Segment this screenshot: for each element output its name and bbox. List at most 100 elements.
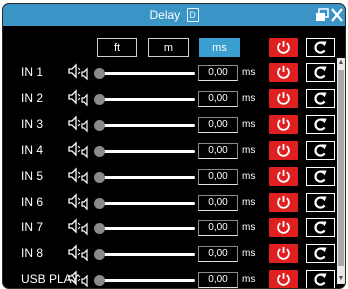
channel-reset-button[interactable] (306, 218, 335, 238)
delay-slider-track[interactable] (99, 227, 195, 231)
channel-power-button[interactable] (269, 114, 298, 134)
reset-icon (314, 221, 327, 235)
unit-m-button[interactable]: m (148, 38, 189, 57)
master-power-button[interactable] (269, 38, 298, 57)
delay-unit-label: ms (242, 144, 256, 156)
speaker-icon[interactable] (67, 270, 93, 288)
channel-power-button[interactable] (269, 88, 298, 108)
channel-reset-button[interactable] (306, 166, 335, 186)
speaker-icon[interactable] (67, 192, 93, 211)
channel-row-6: IN 6 0,00 ms (3, 190, 335, 216)
channel-label: IN 6 (21, 194, 44, 209)
delay-value-field[interactable]: 0,00 (198, 65, 238, 81)
delay-slider-thumb[interactable] (94, 93, 105, 105)
delay-slider-track[interactable] (99, 72, 195, 75)
channel-label: IN 8 (21, 246, 44, 261)
channel-row-2: IN 2 0,00 ms (3, 86, 335, 112)
channel-power-button[interactable] (269, 244, 298, 264)
delay-slider-track[interactable] (99, 97, 195, 101)
delay-value-field[interactable]: 0,00 (198, 90, 238, 107)
reset-icon (314, 247, 327, 260)
channel-power-button[interactable] (269, 63, 298, 82)
delay-slider-thumb[interactable] (94, 68, 105, 79)
channel-label: IN 4 (21, 142, 44, 157)
delay-slider-track[interactable] (99, 279, 195, 283)
delay-value-field[interactable]: 0,00 (198, 116, 238, 133)
channel-power-button[interactable] (269, 270, 298, 288)
delay-window: Delay D ft m ms IN 1 0,00 ms IN 2 0,00 m… (2, 3, 346, 289)
scroll-up-arrow[interactable]: ▲ (337, 58, 345, 68)
delay-unit-label: ms (242, 248, 256, 260)
power-icon (277, 273, 290, 286)
delay-unit-label: ms (242, 196, 256, 208)
delay-value-field[interactable]: 0,00 (198, 142, 238, 159)
delay-slider-track[interactable] (99, 175, 195, 179)
speaker-icon[interactable] (67, 167, 93, 185)
reset-icon (314, 41, 327, 54)
channel-reset-button[interactable] (306, 192, 335, 212)
speaker-icon[interactable] (67, 115, 93, 133)
power-icon (277, 221, 290, 235)
channel-reset-button[interactable] (306, 244, 335, 264)
channel-reset-button[interactable] (306, 88, 335, 108)
channel-label: USB PLAY (21, 272, 79, 287)
power-icon (277, 169, 290, 183)
delay-value-field[interactable]: 0,00 (198, 194, 238, 211)
reset-icon (314, 144, 327, 157)
channel-label: IN 2 (21, 90, 44, 105)
delay-value-field[interactable]: 0,00 (198, 246, 238, 263)
delay-unit-label: ms (242, 170, 256, 182)
channel-label: IN 1 (21, 65, 44, 79)
scroll-thumb[interactable] (338, 70, 344, 266)
unit-ft-button[interactable]: ft (97, 38, 137, 57)
speaker-icon[interactable] (67, 244, 93, 262)
channel-power-button[interactable] (269, 218, 298, 238)
delay-slider-track[interactable] (99, 123, 195, 127)
power-icon (277, 143, 290, 157)
delay-value-field[interactable]: 0,00 (198, 220, 238, 237)
delay-slider-track[interactable] (99, 149, 195, 153)
power-icon (277, 91, 290, 105)
titlebar: Delay D (3, 4, 345, 26)
speaker-icon[interactable] (67, 63, 93, 81)
channel-label: IN 3 (21, 116, 44, 131)
delay-slider-thumb[interactable] (94, 119, 105, 131)
channel-row-7: IN 7 0,00 ms (3, 215, 335, 241)
speaker-icon[interactable] (67, 218, 93, 236)
scrollbar[interactable]: ▲ ▼ (337, 58, 345, 284)
channel-row-4: IN 4 0,00 ms (3, 138, 335, 164)
unit-ms-button[interactable]: ms (199, 38, 240, 57)
delay-slider-thumb[interactable] (94, 275, 105, 287)
power-icon (277, 247, 290, 261)
speaker-icon[interactable] (67, 141, 93, 159)
delay-unit-label: ms (242, 222, 256, 234)
power-icon (277, 41, 290, 54)
channel-label: IN 5 (21, 168, 44, 183)
channel-reset-button[interactable] (306, 140, 335, 160)
delay-slider-thumb[interactable] (94, 249, 105, 261)
delay-slider-track[interactable] (99, 201, 195, 205)
channel-reset-button[interactable] (306, 270, 335, 288)
restore-icon[interactable] (315, 8, 329, 22)
delay-value-field[interactable]: 0,00 (198, 272, 238, 288)
delay-slider-thumb[interactable] (94, 145, 105, 157)
power-icon (277, 66, 290, 79)
channel-reset-button[interactable] (306, 114, 335, 134)
delay-slider-thumb[interactable] (94, 223, 105, 235)
delay-value-field[interactable]: 0,00 (198, 168, 238, 185)
speaker-icon[interactable] (67, 89, 93, 107)
delay-slider-thumb[interactable] (94, 197, 105, 209)
scroll-down-arrow[interactable]: ▼ (337, 274, 345, 284)
channel-reset-button[interactable] (306, 63, 335, 82)
delay-slider-track[interactable] (99, 253, 195, 257)
channel-label: IN 7 (21, 220, 44, 235)
title-wrap: Delay D (3, 7, 345, 22)
close-icon[interactable] (330, 7, 344, 23)
delay-slider-thumb[interactable] (94, 171, 105, 183)
master-reset-button[interactable] (306, 38, 335, 57)
channel-power-button[interactable] (269, 140, 298, 160)
channel-row-8: IN 8 0,00 ms (3, 241, 335, 267)
channel-power-button[interactable] (269, 166, 298, 186)
reset-icon (314, 92, 327, 105)
channel-power-button[interactable] (269, 192, 298, 212)
